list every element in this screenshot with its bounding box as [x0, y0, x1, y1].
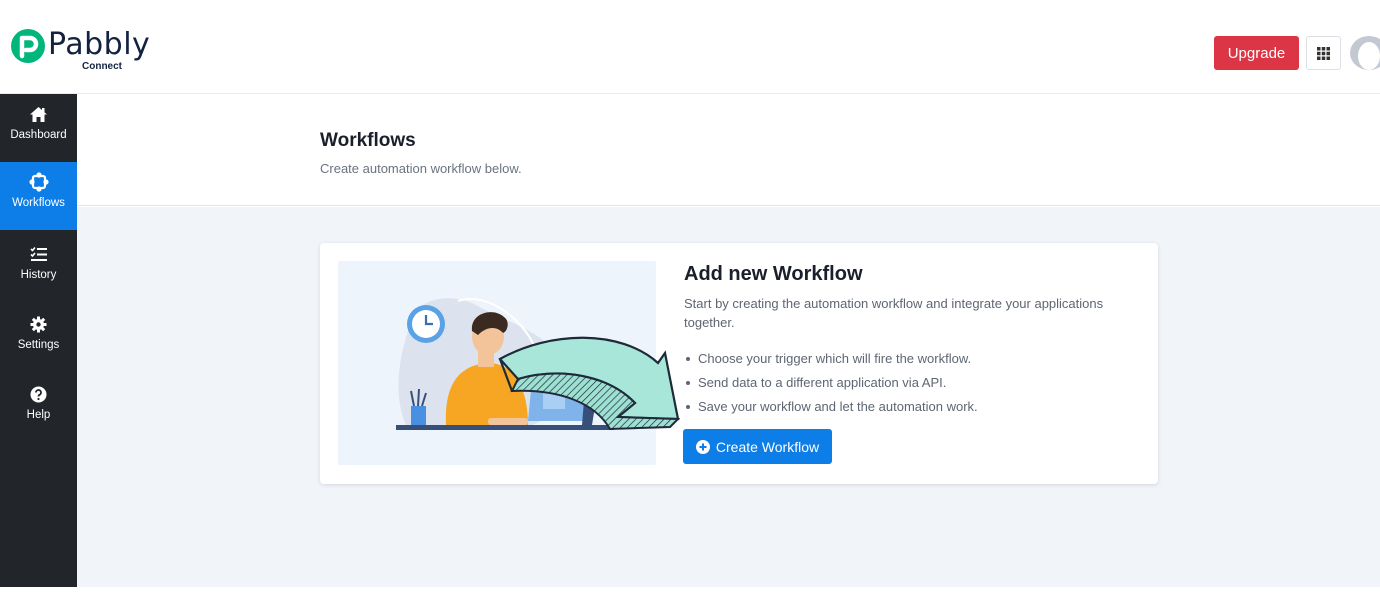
gear-icon [30, 316, 47, 332]
create-workflow-button[interactable]: Create Workflow [683, 429, 832, 464]
arrow-pointer-icon [498, 336, 681, 431]
page-header: Workflows Create automation workflow bel… [77, 94, 1380, 206]
brand-name: Pabbly [48, 27, 151, 62]
question-icon [30, 386, 47, 402]
sidebar-item-help[interactable]: Help [0, 374, 77, 442]
user-avatar-icon[interactable] [1349, 36, 1380, 70]
card-title: Add new Workflow [684, 263, 863, 285]
top-header: Pabbly Connect Upgrade [0, 0, 1380, 94]
plus-circle-icon [695, 439, 710, 454]
page-subtitle: Create automation workflow below. [320, 161, 522, 176]
history-list-icon [29, 246, 47, 261]
main-content: Add new Workflow Start by creating the a… [77, 207, 1380, 587]
sidebar-item-label: Settings [17, 339, 60, 351]
card-description: Start by creating the automation workflo… [684, 296, 1104, 330]
workflow-icon [28, 172, 49, 192]
upgrade-button[interactable]: Upgrade [1214, 36, 1299, 70]
sidebar-item-history[interactable]: History [0, 234, 77, 302]
pabbly-connect-logo[interactable]: Pabbly Connect [10, 28, 150, 76]
sidebar-item-label: Help [26, 409, 51, 421]
list-item: Save your workflow and let the automatio… [684, 395, 978, 419]
page-footer-strip [0, 587, 1380, 613]
sidebar-item-label: Dashboard [10, 129, 67, 141]
page-title: Workflows [320, 130, 416, 151]
sidebar-item-dashboard[interactable]: Dashboard [0, 94, 77, 162]
feature-list: Choose your trigger which will fire the … [684, 347, 978, 419]
list-item: Choose your trigger which will fire the … [684, 347, 978, 371]
add-workflow-card: Add new Workflow Start by creating the a… [320, 243, 1158, 484]
apps-grid-button[interactable] [1306, 36, 1341, 70]
sidebar-item-label: History [20, 269, 57, 281]
sidebar-nav: Dashboard Workflows History Settings Hel… [0, 94, 77, 587]
home-icon [30, 106, 47, 122]
pabbly-logo-icon [11, 29, 45, 63]
sidebar-item-workflows[interactable]: Workflows [0, 162, 77, 230]
sidebar-item-label: Workflows [12, 197, 65, 209]
grid-icon [1317, 46, 1330, 60]
list-item: Send data to a different application via… [684, 371, 978, 395]
create-workflow-label: Create Workflow [715, 438, 820, 455]
sidebar-item-settings[interactable]: Settings [0, 304, 77, 372]
brand-product: Connect [82, 61, 122, 72]
